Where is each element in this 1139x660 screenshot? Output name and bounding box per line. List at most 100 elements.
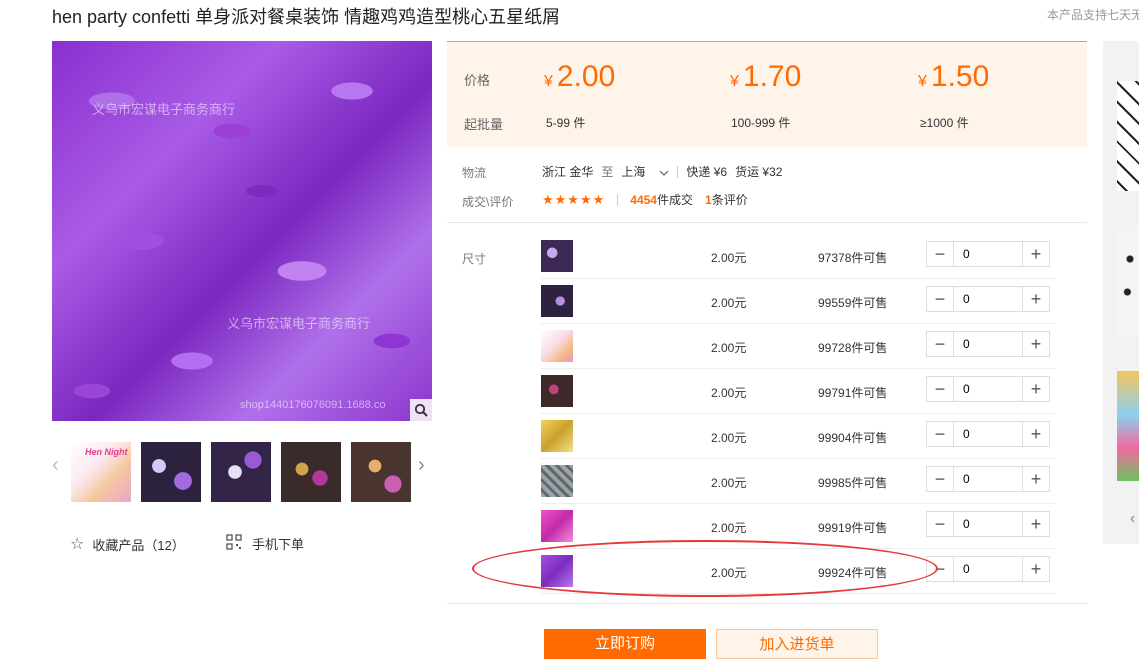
sku-image[interactable] [541,510,573,542]
sku-price: 2.00元 [711,341,747,355]
logistics-label: 物流 [462,166,487,180]
destination-select[interactable]: 上海 [621,163,669,180]
annotation-circle [472,540,938,597]
thumbnail-text: Hen Night [85,447,128,457]
sku-image[interactable] [541,375,573,407]
plus-button[interactable]: + [1022,512,1049,536]
minus-button[interactable]: − [927,377,954,401]
divider [447,222,1087,223]
zoom-icon[interactable] [410,399,432,421]
sku-stock: 99728件可售 [818,341,888,355]
tier-price: ¥2.00 [544,60,616,93]
quantity-stepper: − + [926,556,1050,582]
sku-stock: 99985件可售 [818,476,888,490]
qr-code-icon [226,534,242,553]
tier-price: ¥1.50 [918,60,990,93]
deal-info: ★★★★★ 4454件成交 1条评价 [542,191,748,208]
thumbnail-strip: ‹ Hen Night › [52,440,437,504]
review-count[interactable]: 1条评价 [705,191,748,208]
quantity-input[interactable] [954,242,1022,266]
sku-stock: 99559件可售 [818,296,888,310]
moq-label: 起批量 [464,117,504,132]
sku-price: 2.00元 [711,251,747,265]
sku-price: 2.00元 [711,476,747,490]
quantity-input[interactable] [954,512,1022,536]
sku-image[interactable] [541,240,573,272]
quantity-stepper: − + [926,511,1050,537]
sku-image[interactable] [541,465,573,497]
sku-price: 2.00元 [711,296,747,310]
plus-button[interactable]: + [1022,467,1049,491]
minus-button[interactable]: − [927,512,954,536]
chevron-right-icon[interactable]: › [418,454,425,477]
quantity-input[interactable] [954,377,1022,401]
product-title: hen party confetti 单身派对餐桌装饰 情趣鸡鸡造型桃心五星纸屑 [52,7,561,27]
tier-moq: ≥1000 件 [920,116,969,130]
related-product-thumbnail[interactable] [1117,81,1139,191]
thumbnail[interactable]: Hen Night [71,442,131,502]
sku-row: 2.00元 99904件可售 − + [541,413,1056,459]
sku-row: 2.00元 99791件可售 − + [541,368,1056,414]
divider [677,165,679,178]
chevron-down-icon [659,165,669,179]
image-watermark: 义乌市宏谋电子商务商行 [227,316,371,331]
quantity-stepper: − + [926,286,1050,312]
minus-button[interactable]: − [927,242,954,266]
divider [617,193,619,206]
minus-button[interactable]: − [927,422,954,446]
quantity-stepper: − + [926,421,1050,447]
favorite-button[interactable]: ☆ 收藏产品（12） [70,534,185,554]
plus-button[interactable]: + [1022,422,1049,446]
tier-moq: 100-999 件 [731,116,791,130]
support-note: 本产品支持七天无 [1047,8,1139,22]
deal-label: 成交\评价 [462,195,514,209]
minus-button[interactable]: − [927,467,954,491]
chevron-left-icon[interactable]: ‹ [52,454,59,477]
plus-button[interactable]: + [1022,377,1049,401]
minus-button[interactable]: − [927,287,954,311]
quantity-input[interactable] [954,557,1022,581]
image-watermark: 义乌市宏谋电子商务商行 [92,102,236,117]
freight-fee: 货运 ¥32 [735,165,783,179]
plus-button[interactable]: + [1022,332,1049,356]
chevron-left-icon[interactable]: ‹ [1130,510,1135,528]
quantity-input[interactable] [954,422,1022,446]
deal-count[interactable]: 4454件成交 [630,191,693,208]
mobile-order-button[interactable]: 手机下单 [226,534,304,553]
sku-stock: 99919件可售 [818,521,888,535]
thumbnail[interactable] [281,442,341,502]
tier-price: ¥1.70 [730,60,802,93]
sku-price: 2.00元 [711,431,747,445]
thumbnail[interactable] [141,442,201,502]
minus-button[interactable]: − [927,332,954,356]
price-label: 价格 [464,73,491,88]
sku-image[interactable] [541,285,573,317]
related-product-thumbnail[interactable] [1117,226,1139,336]
quantity-input[interactable] [954,287,1022,311]
price-tier-box: 价格 起批量 ¥2.00 ¥1.70 ¥1.50 5-99 件 100-999 … [447,41,1087,147]
sku-stock: 99904件可售 [818,431,888,445]
plus-button[interactable]: + [1022,242,1049,266]
logistics-info: 浙江 金华 至 上海 快递 ¥6 货运 ¥32 [542,163,782,180]
related-products-column [1103,41,1139,544]
sku-image[interactable] [541,420,573,452]
image-watermark-url: shop1440176076091.1688.co [240,399,386,411]
quantity-input[interactable] [954,332,1022,356]
buy-now-button[interactable]: 立即订购 [544,629,706,659]
express-fee: 快递 ¥6 [686,165,728,179]
related-product-thumbnail[interactable] [1117,371,1139,481]
favorite-label: 收藏产品（12） [92,537,185,553]
plus-button[interactable]: + [1022,557,1049,581]
sku-image[interactable] [541,330,573,362]
origin: 浙江 金华 [542,165,594,179]
main-product-image[interactable]: 义乌市宏谋电子商务商行 义乌市宏谋电子商务商行 shop144017607609… [52,41,432,421]
plus-button[interactable]: + [1022,287,1049,311]
sku-row: 2.00元 99728件可售 − + [541,323,1056,369]
thumbnail[interactable] [351,442,411,502]
quantity-input[interactable] [954,467,1022,491]
quantity-stepper: − + [926,466,1050,492]
quantity-stepper: − + [926,241,1050,267]
add-to-cart-button[interactable]: 加入进货单 [716,629,878,659]
thumbnail[interactable] [211,442,271,502]
sku-price: 2.00元 [711,386,747,400]
